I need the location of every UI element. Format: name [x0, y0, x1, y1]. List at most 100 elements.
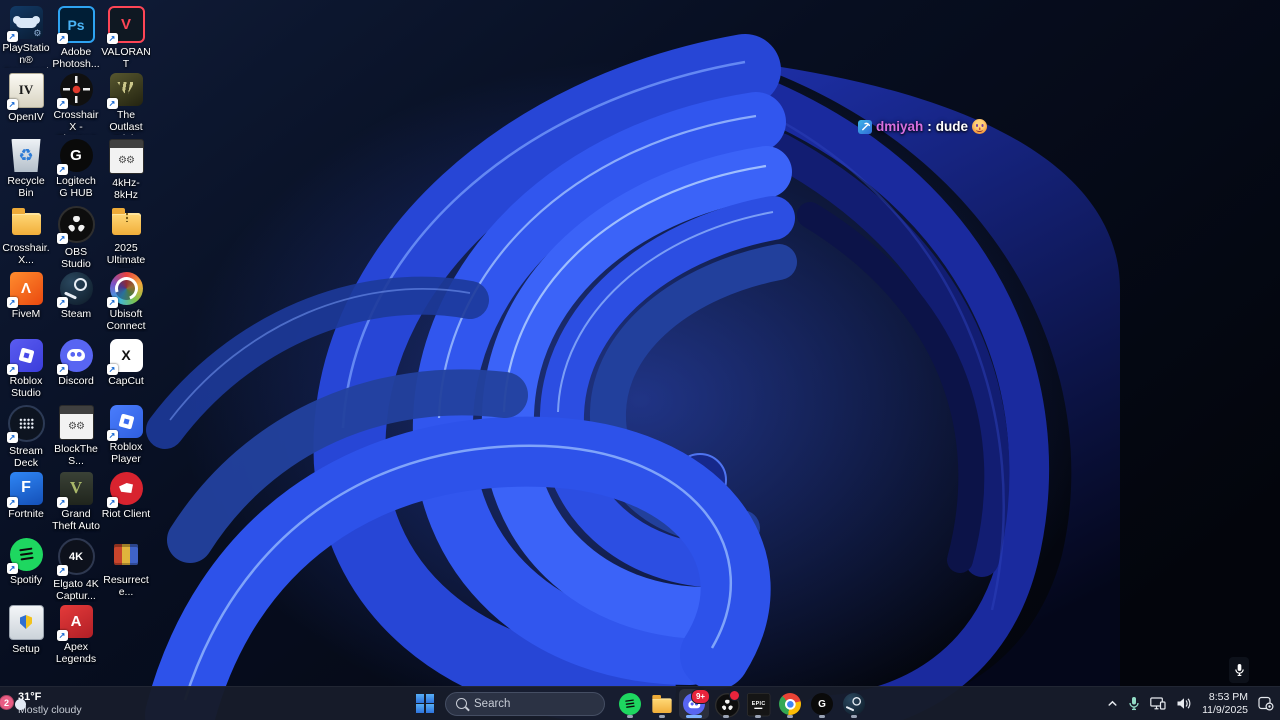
desktop-icon-4khz-8khz[interactable]: ⚙⚙ 4kHz-8kHz — [101, 138, 151, 205]
desktop-icon-apex-legends[interactable]: A Apex Legends — [51, 604, 101, 671]
microphone-tray-icon[interactable] — [1128, 696, 1140, 711]
wallpaper — [0, 0, 1280, 720]
desktop-icon-crosshairx[interactable]: CrosshairX - Shortcut — [51, 72, 101, 139]
running-indicator — [723, 714, 729, 718]
shortcut-arrow-icon — [56, 232, 68, 244]
volume-tray-icon[interactable] — [1176, 697, 1192, 710]
desktop-icon-elgato-4k[interactable]: 4K Elgato 4K Captur... — [51, 537, 101, 604]
desktop-icon-label: Logitech G HUB — [56, 175, 96, 200]
taskbar-pin-discord[interactable]: 9+ — [679, 688, 710, 719]
taskbar-pin-obs-studio[interactable] — [711, 689, 741, 719]
notification-badge: 9+ — [691, 688, 710, 704]
running-indicator — [686, 714, 702, 718]
app-icon: ⚙⚙ — [58, 405, 94, 440]
desktop-icon-setup[interactable]: Setup — [1, 604, 51, 671]
app-icon — [651, 693, 673, 715]
desktop-icon-label: Setup — [12, 642, 40, 655]
desktop-icon-roblox-player[interactable]: Roblox Player — [101, 404, 151, 471]
desktop-icon-label: VALORANT — [101, 46, 151, 71]
tray-time: 8:53 PM — [1208, 690, 1248, 703]
desktop-icon-label: Ubisoft Connect — [106, 308, 146, 333]
app-icon — [10, 206, 43, 239]
tray-clock[interactable]: 8:53 PM 11/9/2025 — [1202, 691, 1248, 716]
desktop-icon-riot-client[interactable]: Riot Client — [101, 471, 151, 538]
notification-center-icon[interactable] — [1258, 696, 1274, 711]
desktop-icon-spotify[interactable]: Spotify — [1, 537, 51, 604]
taskbar-pin-steam[interactable] — [839, 689, 869, 719]
app-icon: A — [56, 604, 93, 641]
shortcut-arrow-icon — [106, 33, 118, 44]
taskbar-pin-chrome[interactable] — [775, 689, 805, 719]
weather-alert-badge: 2 — [0, 695, 14, 710]
desktop-icon-label: 4kHz-8kHz — [112, 177, 140, 202]
desktop-icon-pc-optimizer-folder[interactable]: 2025 Ultimate PC Optimiz... — [101, 205, 151, 272]
app-icon — [6, 338, 43, 375]
desktop-icon-adobe-photoshop[interactable]: Ps Adobe Photosh... — [51, 5, 101, 72]
weather-temperature: 31°F — [18, 690, 42, 703]
shortcut-arrow-icon — [56, 496, 68, 508]
desktop-icon-fortnite[interactable]: F Fortnite — [1, 471, 51, 538]
desktop-icon-playstation-accessories[interactable]: PlayStation® Accessories — [1, 5, 51, 72]
desktop-icon-obs-studio[interactable]: OBS Studio — [51, 205, 101, 272]
shortcut-arrow-icon — [6, 297, 18, 308]
windows-logo-icon — [415, 694, 435, 713]
app-icon — [843, 692, 866, 715]
desktop-icon-label: OpenIV — [8, 110, 44, 123]
desktop-icon-steam[interactable]: Steam — [51, 271, 101, 338]
desktop-icon-roblox-studio[interactable]: Roblox Studio — [1, 338, 51, 405]
taskbar-pin-file-explorer[interactable] — [647, 689, 677, 719]
desktop-icon-label: Crosshair.X... — [2, 241, 50, 266]
start-button[interactable] — [411, 690, 439, 718]
clown-emoji-icon — [972, 119, 988, 134]
shortcut-arrow-icon — [56, 297, 68, 308]
shortcut-arrow-icon — [106, 496, 118, 508]
app-icon — [56, 205, 95, 244]
running-indicator — [819, 714, 825, 718]
cast-display-tray-icon[interactable] — [1150, 697, 1166, 710]
chat-username: dmiyah — [876, 119, 924, 134]
desktop-icon-fivem[interactable]: Λ FiveM — [1, 271, 51, 338]
desktop-icon-stream-deck[interactable]: Stream Deck — [1, 404, 51, 471]
chat-message: dude — [935, 119, 969, 134]
running-indicator — [851, 714, 857, 718]
app-icon — [56, 272, 93, 308]
hidden-icons-chevron-icon[interactable] — [1107, 698, 1118, 709]
desktop-icon-logitech-ghub[interactable]: G Logitech G HUB — [51, 138, 101, 205]
running-indicator — [787, 714, 793, 718]
desktop-icon-outlast-trials[interactable]: The Outlast Trials — [101, 72, 151, 139]
shortcut-arrow-icon — [6, 496, 18, 508]
taskbar-pin-epic-games[interactable]: EPIC — [743, 689, 773, 719]
taskbar-search[interactable]: Search — [445, 691, 605, 716]
shortcut-arrow-icon — [6, 563, 18, 574]
app-icon: Ps — [56, 6, 95, 44]
app-icon — [110, 206, 143, 239]
app-icon — [6, 538, 43, 574]
desktop-icon-grid: PlayStation® Accessories Ps Adobe Photos… — [1, 5, 151, 670]
desktop-icon-recycle-bin[interactable]: ♻ Recycle Bin — [1, 138, 51, 205]
desktop-icon-capcut[interactable]: X CapCut — [101, 338, 151, 405]
desktop-icon-resurrected-archive[interactable]: Resurrecte... — [101, 537, 151, 604]
app-icon: Λ — [6, 272, 43, 308]
taskbar-pin-spotify[interactable] — [615, 689, 645, 719]
desktop-icon-crosshair-x-folder[interactable]: Crosshair.X... — [1, 205, 51, 272]
taskbar-pinned-apps: 9+ EPIC G — [615, 688, 869, 719]
running-indicator — [755, 714, 761, 718]
taskbar-pin-logitech-ghub[interactable]: G — [807, 689, 837, 719]
microphone-active-osd — [1229, 657, 1249, 683]
chat-separator: : — [927, 119, 932, 134]
app-icon — [106, 272, 143, 308]
desktop-icon-gta-v[interactable]: V Grand Theft Auto V — [51, 471, 101, 538]
desktop-icon-label: CapCut — [108, 374, 144, 387]
desktop-icon-valorant[interactable]: V VALORANT — [101, 5, 151, 72]
desktop-icon-label: Recycle Bin — [7, 175, 45, 200]
desktop-icon-ubisoft-connect[interactable]: Ubisoft Connect — [101, 271, 151, 338]
desktop-icon-label: 2025 Ultimate PC Optimiz... — [106, 241, 146, 268]
desktop-icon-label: Elgato 4K Captur... — [53, 578, 99, 603]
weather-condition: Mostly cloudy — [18, 703, 82, 716]
app-icon: X — [106, 338, 143, 375]
desktop-icon-openiv[interactable]: IV OpenIV — [1, 72, 51, 139]
desktop-icon-label: FiveM — [11, 308, 41, 320]
taskbar-weather-widget[interactable]: 2 31°F Mostly cloudy — [0, 687, 82, 720]
desktop-icon-discord[interactable]: Discord — [51, 338, 101, 405]
desktop-icon-blockthespot[interactable]: ⚙⚙ BlockTheS... — [51, 404, 101, 471]
